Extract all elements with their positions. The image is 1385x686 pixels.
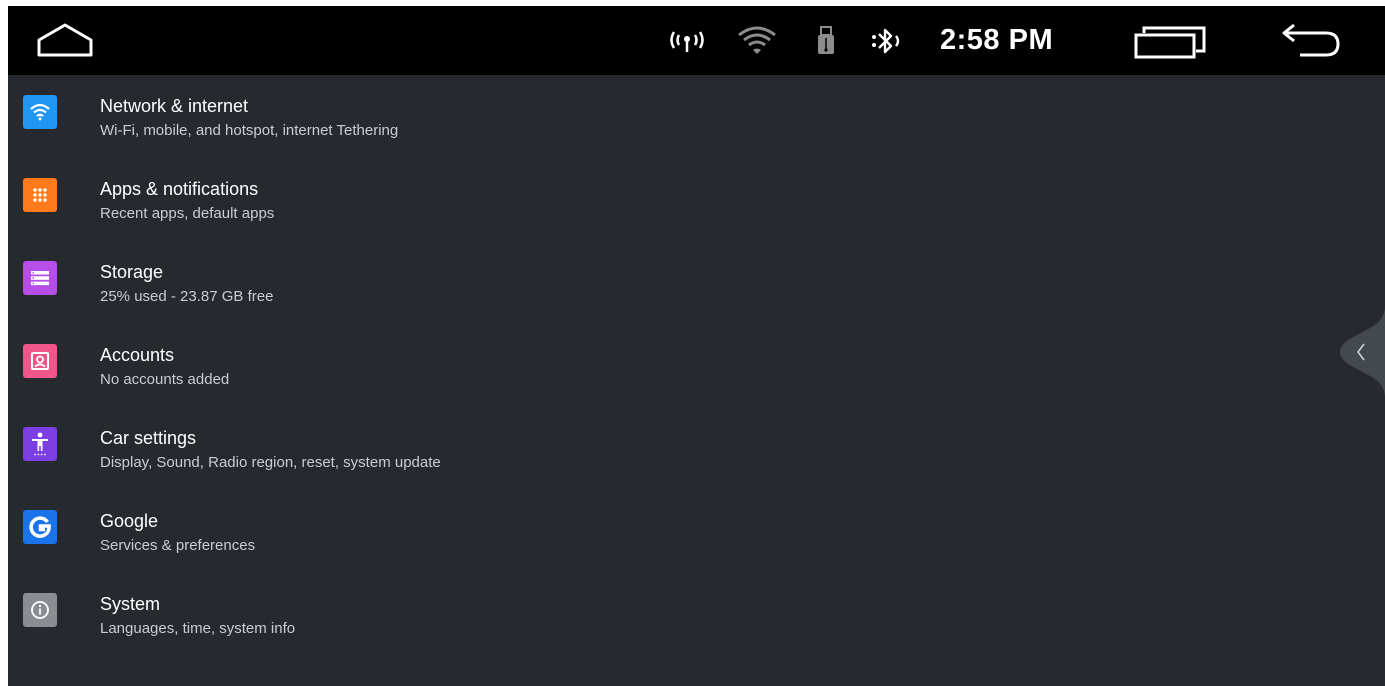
- home-outline-icon[interactable]: [36, 20, 94, 60]
- apps-grid-icon: [23, 178, 57, 212]
- setting-subtitle: Services & preferences: [100, 537, 256, 554]
- setting-title: Storage: [100, 262, 164, 282]
- storage-icon: [23, 261, 57, 295]
- setting-title: Car settings: [100, 428, 197, 448]
- info-icon: [23, 593, 57, 627]
- hotspot-icon: [668, 29, 706, 53]
- setting-subtitle: Languages, time, system info: [100, 620, 296, 637]
- accessibility-icon: [23, 427, 57, 461]
- setting-car[interactable]: Car settings Display, Sound, Radio regio…: [8, 407, 1338, 490]
- setting-subtitle: Display, Sound, Radio region, reset, sys…: [100, 454, 441, 471]
- setting-title: Google: [100, 511, 159, 531]
- usb-icon: [816, 26, 836, 56]
- setting-apps[interactable]: Apps & notifications Recent apps, defaul…: [8, 158, 1338, 241]
- settings-screen: 2:58 PM Network & internet Wi-Fi, mobile…: [8, 6, 1385, 686]
- wifi-icon: [23, 95, 57, 129]
- status-time: 2:58 PM: [940, 24, 1054, 56]
- recents-icon[interactable]: [1134, 23, 1214, 59]
- setting-title: Accounts: [100, 345, 175, 365]
- setting-subtitle: Recent apps, default apps: [100, 205, 275, 222]
- setting-storage[interactable]: Storage 25% used - 23.87 GB free: [8, 241, 1338, 324]
- setting-subtitle: No accounts added: [100, 371, 230, 388]
- setting-title: System: [100, 594, 161, 614]
- setting-accounts[interactable]: Accounts No accounts added: [8, 324, 1338, 407]
- setting-system[interactable]: System Languages, time, system info: [8, 573, 1338, 656]
- wifi-icon: [736, 26, 778, 56]
- side-drawer-handle[interactable]: [1340, 306, 1385, 398]
- bluetooth-icon: [870, 26, 904, 56]
- setting-title: Network & internet: [100, 96, 249, 116]
- setting-title: Apps & notifications: [100, 179, 259, 199]
- account-box-icon: [23, 344, 57, 378]
- setting-google[interactable]: Google Services & preferences: [8, 490, 1338, 573]
- google-g-icon: [23, 510, 57, 544]
- setting-subtitle: 25% used - 23.87 GB free: [100, 288, 274, 305]
- status-bar: 2:58 PM: [8, 6, 1385, 75]
- back-icon[interactable]: [1280, 21, 1342, 59]
- setting-subtitle: Wi-Fi, mobile, and hotspot, internet Tet…: [100, 122, 399, 139]
- setting-network[interactable]: Network & internet Wi-Fi, mobile, and ho…: [8, 75, 1338, 158]
